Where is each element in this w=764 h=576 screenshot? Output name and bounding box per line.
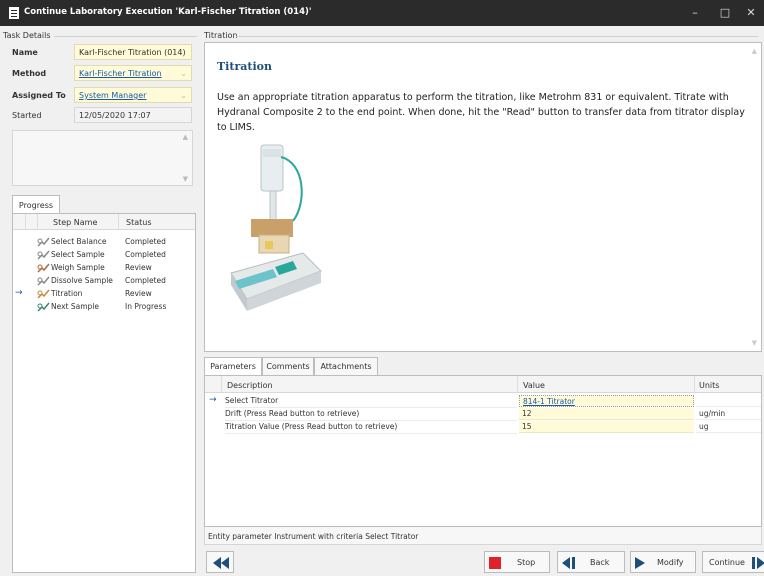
chevron-down-icon[interactable]: ⌄ [180,69,187,78]
started-field: 12/05/2020 17:07 [74,107,192,123]
modify-button[interactable]: Modify [630,551,696,573]
col-status: Status [126,218,152,227]
name-label: Name [12,48,38,57]
document-icon [9,7,19,19]
done-steps-icon [37,237,50,247]
parameter-value[interactable]: 12 [519,408,694,420]
continue-button[interactable]: Continue [702,551,764,573]
stop-label: Stop [517,558,536,567]
chevron-down-icon[interactable]: ⌄ [180,91,187,100]
parameter-units: ug/min [696,408,761,420]
parameter-description: Drift (Press Read button to retrieve) [225,408,517,421]
parameter-units: ug [696,421,761,433]
continue-label: Continue [709,558,745,567]
review-steps-icon [37,263,50,273]
tab-comments[interactable]: Comments [262,357,314,375]
col-description: Description [227,381,273,390]
method-label: Method [12,69,47,78]
rewind-icon [213,557,229,569]
scroll-up-icon[interactable]: ▲ [183,133,188,141]
progress-step-name: Next Sample [51,302,99,311]
name-field[interactable]: Karl-Fischer Titration (014) [74,44,192,60]
progress-step-status: Completed [125,250,166,259]
close-icon[interactable]: ✕ [740,4,762,22]
parameter-row[interactable]: Drift (Press Read button to retrieve) 12 u… [205,408,761,421]
parameter-units [696,395,761,407]
instructions-text: Use an appropriate titration apparatus t… [217,92,745,133]
scroll-down-icon[interactable]: ▼ [183,175,188,183]
maximize-icon[interactable]: □ [714,4,736,22]
status-text: Entity parameter Instrument with criteri… [208,532,419,541]
progress-row[interactable]: Next Sample In Progress [13,301,195,313]
task-details-title: Task Details [3,31,54,40]
progress-row[interactable]: Select Balance Completed [13,236,195,248]
progress-steps-icon [37,302,50,312]
method-field[interactable]: Karl-Fischer Titration ⌄ [74,65,192,81]
stop-button[interactable]: Stop [484,551,550,573]
parameter-row[interactable]: → Select Titrator 814-1 Titrator [205,395,761,408]
progress-panel: Step Name Status Select Balance Completed… [12,213,196,573]
notes-box[interactable]: ▲ ▼ [12,130,193,186]
started-label: Started [12,111,42,120]
scroll-up-icon[interactable]: ▲ [752,47,757,55]
current-row-arrow-icon: → [15,288,23,298]
progress-row[interactable]: Dissolve Sample Completed [13,275,195,287]
progress-step-status: Review [125,263,152,272]
parameter-description: Select Titrator [225,395,517,408]
scroll-down-icon[interactable]: ▼ [752,339,757,347]
col-units: Units [699,381,720,390]
progress-step-name: Select Sample [51,250,105,259]
window-title: Continue Laboratory Execution 'Karl-Fisc… [24,7,312,17]
titration-divider [236,36,758,37]
progress-step-status: Completed [125,276,166,285]
progress-step-status: Completed [125,237,166,246]
play-icon [635,557,645,569]
parameters-panel: Description Value Units → Select Titrator… [204,375,762,527]
progress-row[interactable]: Weigh Sample Review [13,262,195,274]
progress-step-name: Dissolve Sample [51,276,113,285]
assigned-to-link[interactable]: System Manager [79,91,146,100]
tab-attachments[interactable]: Attachments [314,357,378,375]
progress-row[interactable]: Select Sample Completed [13,249,195,261]
col-step-name: Step Name [53,218,98,227]
progress-step-status: Review [125,289,152,298]
instructions-heading: Titration [217,60,272,73]
tab-parameters[interactable]: Parameters [204,357,262,375]
status-bar: Entity parameter Instrument with criteri… [204,527,762,545]
parameters-header: Description Value Units [205,376,761,393]
parameter-description: Titration Value (Press Read button to re… [225,421,517,434]
titrator-image [230,144,322,311]
col-value: Value [523,381,545,390]
parameter-value[interactable]: 15 [519,421,694,433]
method-link[interactable]: Karl-Fischer Titration [79,69,162,78]
tab-progress[interactable]: Progress [12,195,60,214]
modify-label: Modify [657,558,684,567]
assigned-to-label: Assigned To [12,91,66,100]
progress-step-name: Select Balance [51,237,107,246]
active-steps-icon [37,289,50,299]
done-steps-icon [37,276,50,286]
parameter-row[interactable]: Titration Value (Press Read button to re… [205,421,761,434]
back-button[interactable]: Back [557,551,625,573]
minimize-icon[interactable]: – [684,4,706,22]
back-icon [562,557,575,569]
done-steps-icon [37,250,50,260]
back-label: Back [590,558,610,567]
instructions-panel: Titration Use an appropriate titration a… [204,42,762,352]
parameter-value[interactable]: 814-1 Titrator [519,395,694,407]
stop-icon [489,557,501,569]
forward-icon [752,557,764,569]
current-row-arrow-icon: → [209,395,217,405]
navigate-first-button[interactable] [206,551,234,573]
title-bar: Continue Laboratory Execution 'Karl-Fisc… [0,0,764,26]
progress-step-status: In Progress [125,302,167,311]
progress-row[interactable]: → Titration Review [13,288,195,300]
assigned-to-field[interactable]: System Manager ⌄ [74,87,192,103]
progress-header: Step Name Status [13,214,195,230]
progress-step-name: Weigh Sample [51,263,105,272]
progress-step-name: Titration [51,289,83,298]
